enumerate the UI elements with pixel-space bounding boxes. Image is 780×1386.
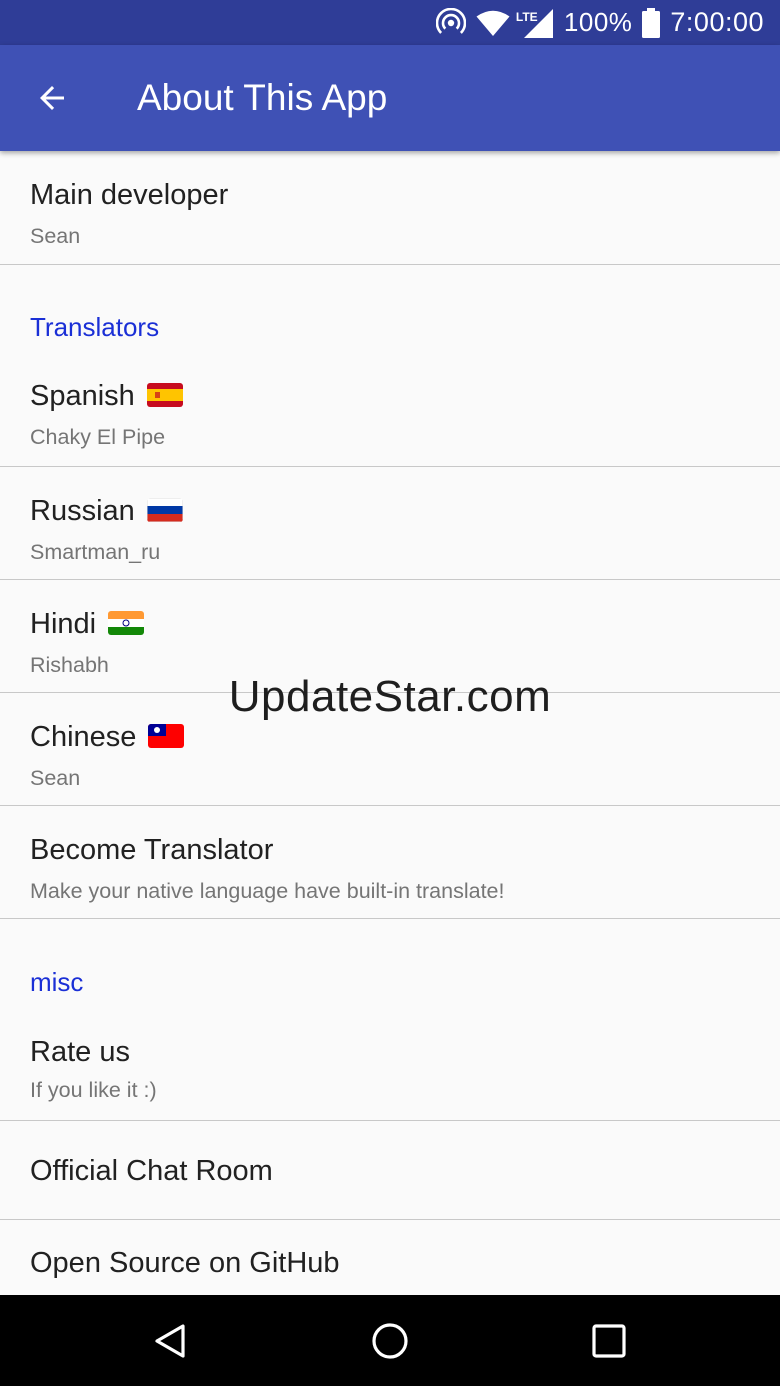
item-summary: Chaky El Pipe [30, 425, 166, 449]
item-title: Chinese [30, 721, 137, 753]
item-title: Official Chat Room [30, 1155, 273, 1187]
item-title: Russian [30, 495, 135, 527]
category-title: Translators [30, 312, 160, 342]
rate-us-item[interactable]: Rate us If you like it :) [0, 1009, 780, 1121]
translator-chinese-item[interactable]: Chinese Sean [0, 693, 780, 806]
translator-hindi-item[interactable]: Hindi Rishabh [0, 580, 780, 693]
lte-label: LTE [515, 9, 538, 24]
item-summary: Sean [30, 766, 81, 790]
preferences-list[interactable]: Main developer Sean Translators Spanish … [0, 151, 780, 1295]
flag-russia-icon [146, 498, 183, 522]
item-title: Open Source on GitHub [30, 1247, 340, 1279]
nav-home-button[interactable] [360, 1315, 420, 1367]
hotspot-icon [435, 7, 466, 38]
flag-taiwan-icon [148, 724, 185, 748]
open-source-github-item[interactable]: Open Source on GitHub [0, 1220, 780, 1295]
app-bar: About This App [0, 45, 780, 151]
home-circle-icon [372, 1323, 408, 1359]
page-title: About This App [137, 77, 388, 118]
item-title: Main developer [30, 179, 229, 211]
status-icons: LTE 100% 7:00:00 [435, 0, 780, 45]
back-button[interactable] [22, 68, 82, 128]
translator-russian-item[interactable]: Russian Smartman_ru [0, 467, 780, 580]
translators-category: Translators [0, 265, 780, 354]
recents-square-icon [592, 1324, 626, 1358]
item-title: Become Translator [30, 834, 274, 866]
lte-signal-icon: LTE [516, 7, 554, 39]
navigation-bar [0, 1295, 780, 1386]
flag-spain-icon [146, 383, 183, 407]
item-summary: If you like it :) [30, 1078, 157, 1102]
official-chat-room-item[interactable]: Official Chat Room [0, 1121, 780, 1220]
translator-spanish-item[interactable]: Spanish Chaky El Pipe [0, 354, 780, 467]
nav-back-button[interactable] [141, 1315, 201, 1367]
item-summary: Sean [30, 224, 81, 248]
battery-icon [642, 7, 661, 38]
flag-india-icon [108, 611, 145, 635]
main-developer-item[interactable]: Main developer Sean [0, 151, 780, 265]
item-title-row: Chinese [30, 720, 185, 754]
misc-category: misc [0, 919, 780, 1009]
item-summary: Rishabh [30, 653, 109, 677]
item-title: Rate us [30, 1036, 130, 1068]
item-title: Spanish [30, 380, 135, 412]
category-title: misc [30, 967, 84, 997]
become-translator-item[interactable]: Become Translator Make your native langu… [0, 806, 780, 919]
wifi-icon [476, 9, 510, 37]
item-title-row: Spanish [30, 379, 183, 413]
item-summary: Make your native language have built-in … [30, 879, 505, 903]
item-summary: Smartman_ru [30, 540, 161, 564]
item-title-row: Hindi [30, 607, 145, 641]
status-bar: LTE 100% 7:00:00 [0, 0, 780, 45]
item-title-row: Russian [30, 494, 183, 528]
clock: 7:00:00 [670, 7, 764, 37]
back-triangle-icon [155, 1324, 185, 1358]
nav-recents-button[interactable] [579, 1315, 639, 1367]
battery-percent: 100% [563, 7, 633, 37]
item-title: Hindi [30, 608, 97, 640]
arrow-back-icon [40, 86, 64, 110]
